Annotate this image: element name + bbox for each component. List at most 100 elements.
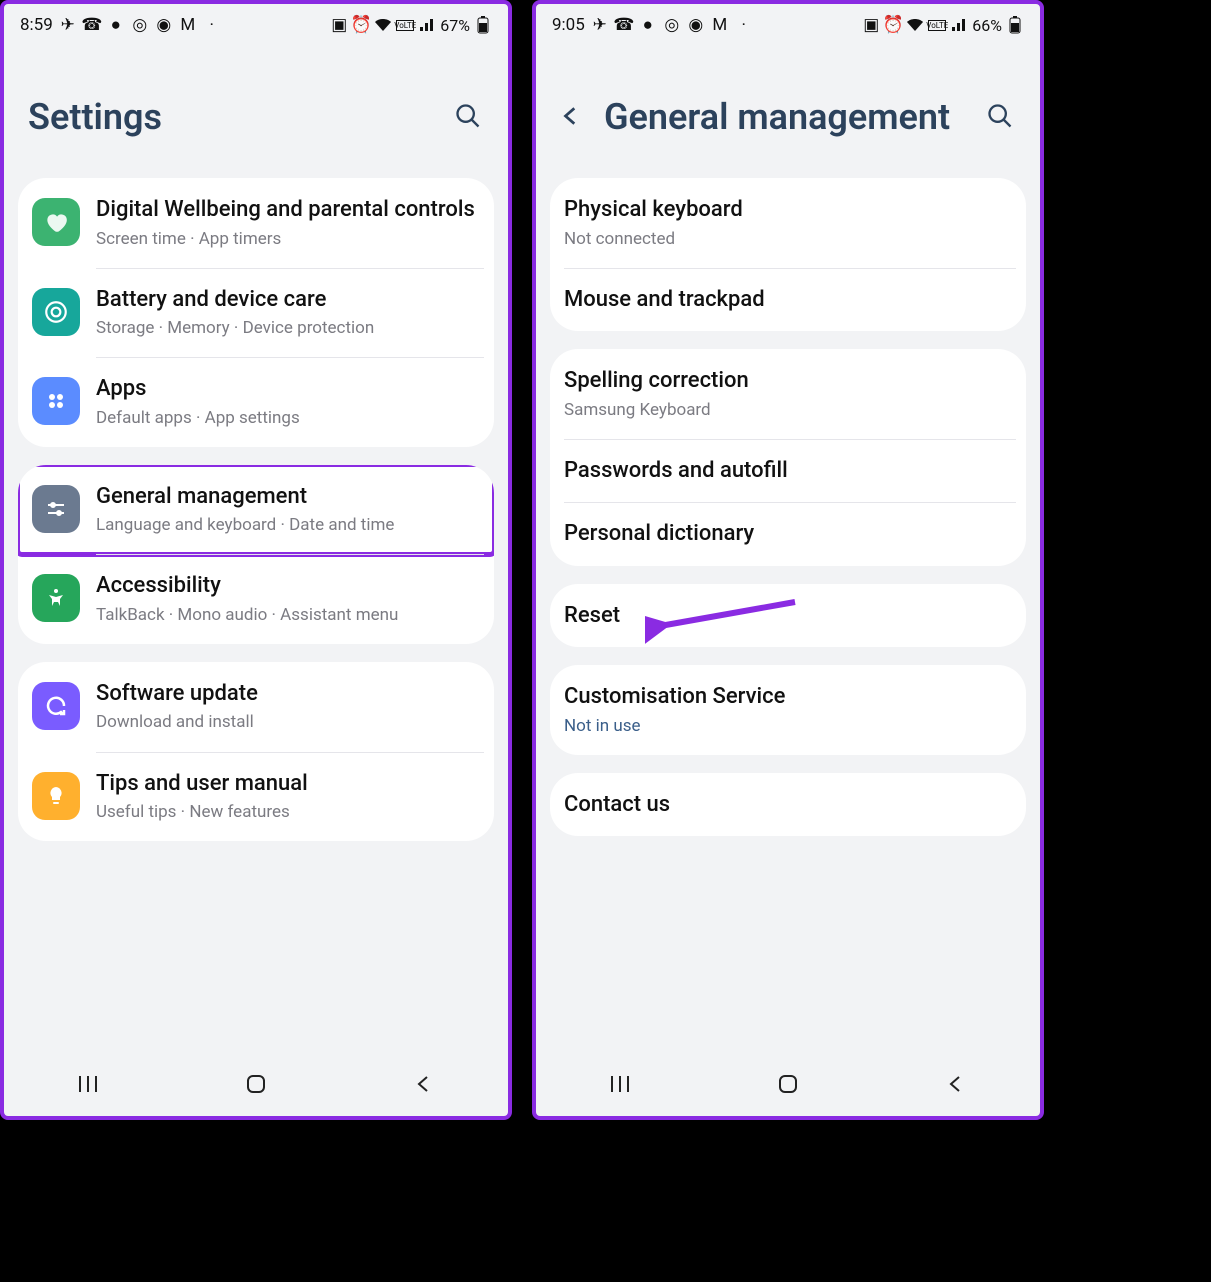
battery-saver-icon: ▣ xyxy=(330,15,348,35)
sliders-icon xyxy=(32,485,80,533)
page-header: Settings xyxy=(4,46,508,178)
settings-list[interactable]: Digital Wellbeing and parental controls … xyxy=(4,178,508,1052)
settings-row-tips[interactable]: Tips and user manual Useful tips · New f… xyxy=(18,752,494,842)
row-contact-us[interactable]: Contact us xyxy=(550,773,1026,837)
row-title: Spelling correction xyxy=(564,367,1012,395)
refresh-icon xyxy=(32,682,80,730)
heart-icon xyxy=(32,198,80,246)
row-title: Contact us xyxy=(564,791,1012,819)
search-button[interactable] xyxy=(986,102,1016,132)
recents-button[interactable] xyxy=(72,1068,104,1100)
row-title: Digital Wellbeing and parental controls xyxy=(96,196,480,224)
search-button[interactable] xyxy=(454,102,484,132)
settings-group: Contact us xyxy=(550,773,1026,837)
row-title: Apps xyxy=(96,375,480,403)
row-title: Personal dictionary xyxy=(564,520,1012,548)
care-icon xyxy=(32,288,80,336)
whatsapp-icon: ☎ xyxy=(83,15,101,35)
recents-button[interactable] xyxy=(604,1068,636,1100)
row-title: Mouse and trackpad xyxy=(564,286,1012,314)
settings-group: Physical keyboard Not connected Mouse an… xyxy=(550,178,1026,331)
phone-screenshot-settings: 8:59 ✈ ☎ ● ◎ ◉ M · ▣ ⏰ VoLTE 67% Settin xyxy=(0,0,512,1120)
battery-percent: 67% xyxy=(440,16,470,35)
battery-icon xyxy=(1006,16,1024,34)
settings-row-digital-wellbeing[interactable]: Digital Wellbeing and parental controls … xyxy=(18,178,494,268)
camera-icon: ◉ xyxy=(155,15,173,35)
alarm-icon: ⏰ xyxy=(352,15,370,35)
chat-icon: ● xyxy=(639,15,657,35)
chat-icon: ● xyxy=(107,15,125,35)
settings-row-battery-device-care[interactable]: Battery and device care Storage · Memory… xyxy=(18,268,494,358)
gmail-icon: M xyxy=(711,15,729,35)
settings-group: Software update Download and install Tip… xyxy=(18,662,494,841)
row-personal-dictionary[interactable]: Personal dictionary xyxy=(550,502,1026,566)
settings-row-apps[interactable]: Apps Default apps · App settings xyxy=(18,357,494,447)
back-button[interactable] xyxy=(560,105,584,129)
row-subtitle: Default apps · App settings xyxy=(96,407,480,429)
row-subtitle: Samsung Keyboard xyxy=(564,399,1012,421)
row-subtitle: Screen time · App timers xyxy=(96,228,480,250)
row-spelling-correction[interactable]: Spelling correction Samsung Keyboard xyxy=(550,349,1026,439)
row-subtitle: Not in use xyxy=(564,715,1012,737)
alarm-icon: ⏰ xyxy=(884,15,902,35)
general-management-list[interactable]: Physical keyboard Not connected Mouse an… xyxy=(536,178,1040,1052)
settings-group: Digital Wellbeing and parental controls … xyxy=(18,178,494,447)
instagram-icon: ◎ xyxy=(663,15,681,35)
row-subtitle: TalkBack · Mono audio · Assistant menu xyxy=(96,604,480,626)
row-subtitle: Not connected xyxy=(564,228,1012,250)
settings-row-software-update[interactable]: Software update Download and install xyxy=(18,662,494,752)
row-title: Reset xyxy=(564,602,1012,630)
volte-icon: VoLTE xyxy=(396,20,414,31)
android-nav-bar xyxy=(536,1052,1040,1116)
battery-percent: 66% xyxy=(972,16,1002,35)
camera-icon: ◉ xyxy=(687,15,705,35)
row-passwords-autofill[interactable]: Passwords and autofill xyxy=(550,439,1026,503)
page-header: General management xyxy=(536,46,1040,178)
signal-icon xyxy=(418,18,436,32)
row-physical-keyboard[interactable]: Physical keyboard Not connected xyxy=(550,178,1026,268)
apps-icon xyxy=(32,377,80,425)
wifi-icon xyxy=(906,18,924,32)
telegram-icon: ✈ xyxy=(59,15,77,35)
row-subtitle: Useful tips · New features xyxy=(96,801,480,823)
whatsapp-icon: ☎ xyxy=(615,15,633,35)
home-button[interactable] xyxy=(772,1068,804,1100)
row-title: Accessibility xyxy=(96,572,480,600)
row-title: Battery and device care xyxy=(96,286,480,314)
settings-group: Spelling correction Samsung Keyboard Pas… xyxy=(550,349,1026,566)
status-bar: 9:05 ✈ ☎ ● ◎ ◉ M · ▣ ⏰ VoLTE 66% xyxy=(536,4,1040,46)
row-customisation-service[interactable]: Customisation Service Not in use xyxy=(550,665,1026,755)
accessibility-icon xyxy=(32,574,80,622)
battery-icon xyxy=(474,16,492,34)
battery-saver-icon: ▣ xyxy=(862,15,880,35)
wifi-icon xyxy=(374,18,392,32)
status-bar: 8:59 ✈ ☎ ● ◎ ◉ M · ▣ ⏰ VoLTE 67% xyxy=(4,4,508,46)
row-title: Passwords and autofill xyxy=(564,457,1012,485)
settings-row-general-management[interactable]: General management Language and keyboard… xyxy=(18,465,494,555)
instagram-icon: ◎ xyxy=(131,15,149,35)
row-mouse-trackpad[interactable]: Mouse and trackpad xyxy=(550,268,1026,332)
row-title: Tips and user manual xyxy=(96,770,480,798)
row-title: Physical keyboard xyxy=(564,196,1012,224)
row-subtitle: Language and keyboard · Date and time xyxy=(96,514,480,536)
settings-group: Customisation Service Not in use xyxy=(550,665,1026,755)
back-button[interactable] xyxy=(940,1068,972,1100)
bulb-icon xyxy=(32,772,80,820)
status-time: 9:05 xyxy=(552,15,585,35)
home-button[interactable] xyxy=(240,1068,272,1100)
telegram-icon: ✈ xyxy=(591,15,609,35)
row-reset[interactable]: Reset xyxy=(550,584,1026,648)
android-nav-bar xyxy=(4,1052,508,1116)
volte-icon: VoLTE xyxy=(928,20,946,31)
settings-group: General management Language and keyboard… xyxy=(18,465,494,644)
settings-row-accessibility[interactable]: Accessibility TalkBack · Mono audio · As… xyxy=(18,554,494,644)
signal-icon xyxy=(950,18,968,32)
back-button[interactable] xyxy=(408,1068,440,1100)
row-title: Customisation Service xyxy=(564,683,1012,711)
more-dot-icon: · xyxy=(735,15,753,35)
row-title: General management xyxy=(96,483,480,511)
row-title: Software update xyxy=(96,680,480,708)
more-dot-icon: · xyxy=(203,15,221,35)
page-title: General management xyxy=(604,96,966,138)
row-subtitle: Download and install xyxy=(96,711,480,733)
